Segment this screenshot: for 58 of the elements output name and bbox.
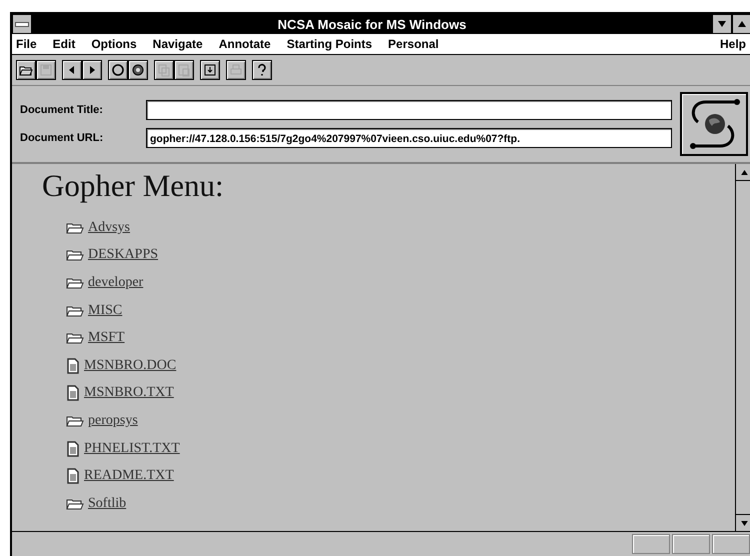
gopher-link[interactable]: README.TXT bbox=[84, 468, 174, 484]
document-icon bbox=[66, 468, 80, 484]
gopher-link[interactable]: MSFT bbox=[88, 330, 125, 346]
gopher-link[interactable]: PHNELIST.TXT bbox=[84, 440, 180, 457]
toolbar-home-button[interactable] bbox=[128, 60, 148, 80]
up-triangle-icon bbox=[740, 170, 748, 174]
field-label: Document Title: bbox=[20, 104, 104, 116]
folder-icon bbox=[66, 304, 84, 317]
ring-icon bbox=[111, 63, 125, 77]
maximize-button[interactable] bbox=[732, 14, 750, 34]
down-triangle-icon bbox=[740, 520, 748, 526]
toolbar-open-button[interactable] bbox=[16, 60, 36, 80]
folder-icon bbox=[66, 222, 84, 234]
field-label: Document URL: bbox=[20, 132, 104, 144]
menu-item[interactable]: Starting Points bbox=[286, 37, 372, 51]
document-url-field[interactable]: gopher://47.128.0.156:515/7g2go4%207997%07vieen.cso.uiuc.edu%07?ftp. bbox=[146, 128, 672, 148]
folder-icon bbox=[66, 498, 84, 510]
system-menu-button[interactable] bbox=[12, 14, 32, 34]
menu-item[interactable]: Navigate bbox=[152, 37, 203, 51]
toolbar-help-button[interactable] bbox=[252, 60, 272, 80]
menu-item[interactable]: Personal bbox=[388, 37, 439, 51]
toolbar-back-button[interactable] bbox=[62, 60, 82, 80]
menu-item[interactable]: Annotate bbox=[218, 37, 271, 51]
pages-icon bbox=[157, 63, 171, 77]
menu-item[interactable]: File bbox=[16, 37, 37, 51]
toolbar-download-button[interactable] bbox=[200, 60, 220, 80]
up-triangle-icon bbox=[738, 21, 746, 27]
gopher-link[interactable]: peropsys bbox=[88, 412, 138, 429]
status-panel bbox=[712, 534, 750, 554]
folder-icon bbox=[66, 276, 84, 289]
window-title: NCSA Mosaic for MS Windows bbox=[276, 16, 468, 32]
document-icon bbox=[66, 385, 80, 402]
status-panel bbox=[632, 534, 670, 554]
gopher-link[interactable]: DESKAPPS bbox=[88, 247, 158, 264]
folder-icon bbox=[66, 332, 84, 344]
gopher-link[interactable]: MSNBRO.DOC bbox=[84, 358, 176, 374]
document-icon bbox=[66, 440, 80, 457]
document-icon bbox=[66, 358, 80, 374]
toolbar-forward-button[interactable] bbox=[82, 60, 102, 80]
menu-item[interactable]: Help bbox=[720, 37, 746, 51]
printer-icon bbox=[229, 63, 243, 77]
page-heading: Gopher Menu: bbox=[42, 168, 225, 204]
gopher-link[interactable]: Advsys bbox=[88, 220, 130, 236]
menu-item[interactable]: Edit bbox=[52, 37, 76, 51]
toolbar-reload-button[interactable] bbox=[108, 60, 128, 80]
down-triangle-icon bbox=[718, 21, 726, 27]
gopher-link[interactable]: Softlib bbox=[88, 496, 126, 512]
globe-logo-icon[interactable] bbox=[680, 92, 748, 156]
folder-icon bbox=[66, 249, 84, 262]
vertical-scrollbar[interactable] bbox=[735, 164, 750, 531]
menu-item[interactable]: Options bbox=[91, 37, 137, 51]
folder-icon bbox=[66, 414, 84, 427]
gopher-link[interactable]: MISC bbox=[88, 302, 122, 319]
status-panel bbox=[672, 534, 710, 554]
gopher-link[interactable]: developer bbox=[88, 274, 144, 291]
document-title-field[interactable] bbox=[146, 100, 672, 120]
gopher-link[interactable]: MSNBRO.TXT bbox=[84, 385, 174, 402]
minimize-button[interactable] bbox=[712, 14, 732, 34]
